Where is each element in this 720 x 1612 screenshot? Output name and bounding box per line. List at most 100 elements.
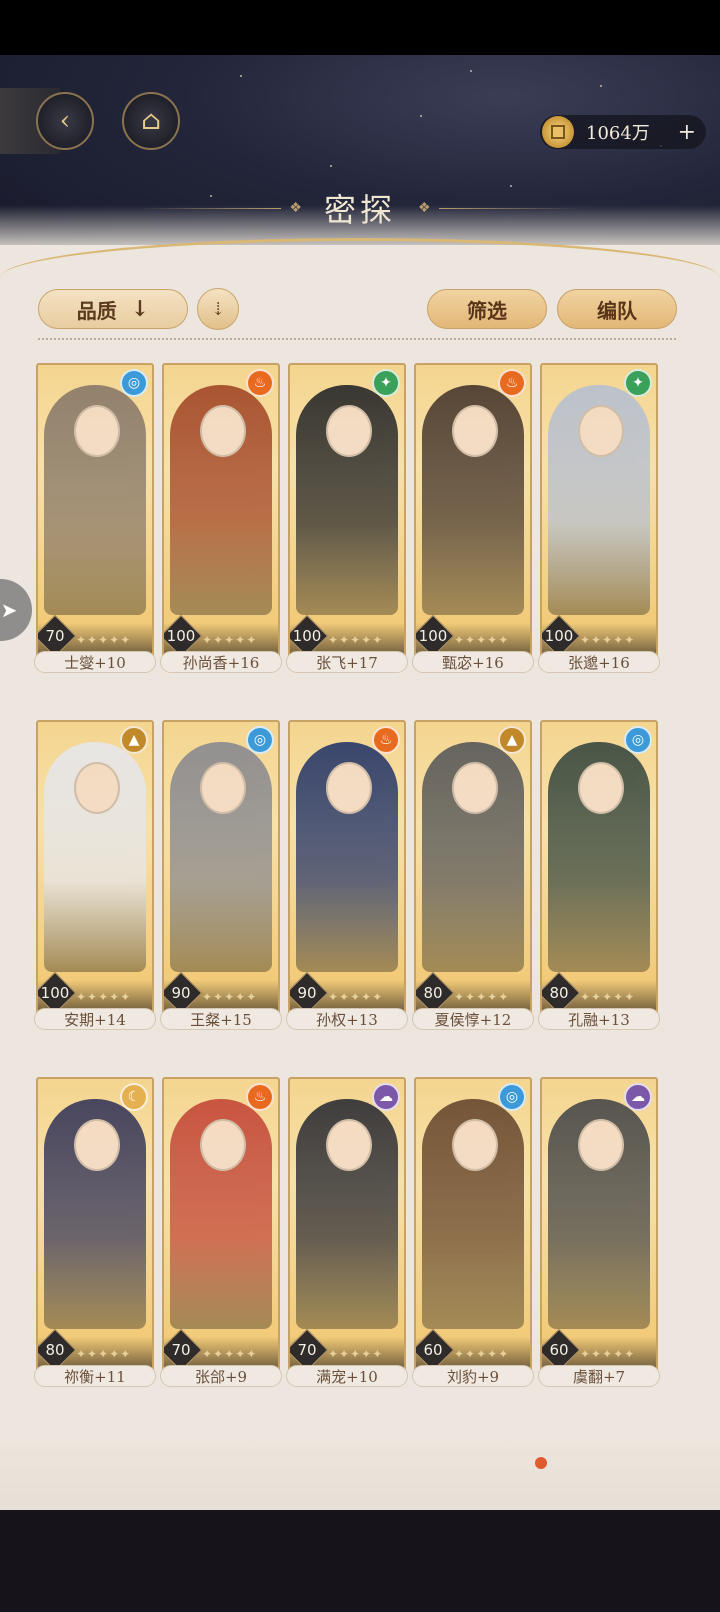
star-rating-icon: ✦✦✦✦✦ (76, 1347, 132, 1361)
team-button[interactable]: 编队 (557, 289, 677, 329)
character-name: 孔融+13 (538, 1008, 660, 1030)
character-portrait (548, 742, 650, 972)
star-rating-icon: ✦✦✦✦✦ (328, 1347, 384, 1361)
home-button[interactable]: ⌂ (122, 92, 180, 150)
level-value: 100 (418, 627, 448, 645)
character-name: 安期+14 (34, 1008, 156, 1030)
level-value: 90 (297, 984, 317, 1002)
character-portrait (170, 385, 272, 615)
character-name: 甄宓+16 (412, 651, 534, 673)
water-swirl-icon: ◎ (624, 726, 652, 754)
character-card[interactable]: ▲ 80 ✦✦✦✦✦ (414, 720, 532, 1016)
character-portrait (44, 742, 146, 972)
level-value: 60 (549, 1341, 569, 1359)
add-currency-button[interactable]: + (678, 120, 696, 145)
wind-icon: ✦ (624, 369, 652, 397)
character-name: 王粲+15 (160, 1008, 282, 1030)
character-card[interactable]: ☁ 70 ✦✦✦✦✦ (288, 1077, 406, 1373)
character-name: 祢衡+11 (34, 1365, 156, 1387)
crescent-moon-icon: ☾ (120, 1083, 148, 1111)
character-card[interactable]: ◎ 70 ✦✦✦✦✦ (36, 363, 154, 659)
character-card[interactable]: ☁ 60 ✦✦✦✦✦ (540, 1077, 658, 1373)
character-name: 士燮+10 (34, 651, 156, 673)
character-name: 夏侯惇+12 (412, 1008, 534, 1030)
level-value: 80 (45, 1341, 65, 1359)
star-rating-icon: ✦✦✦✦✦ (328, 633, 384, 647)
ornament-icon: ❖ (289, 200, 302, 216)
level-value: 60 (423, 1341, 443, 1359)
character-card[interactable]: ♨ 100 ✦✦✦✦✦ (414, 363, 532, 659)
star-rating-icon: ✦✦✦✦✦ (202, 1347, 258, 1361)
level-value: 100 (292, 627, 322, 645)
flame-icon: ♨ (246, 1083, 274, 1111)
character-name: 张郃+9 (160, 1365, 282, 1387)
character-portrait (170, 742, 272, 972)
character-portrait (44, 385, 146, 615)
game-screen: ‹ ⌂ 1064万 + ❖ 密探 ❖ 品质 ↓ ⇣ 筛选 编队 ◎ 70 ✦✦✦✦✦… (0, 0, 720, 1612)
star-rating-icon: ✦✦✦✦✦ (580, 633, 636, 647)
character-card[interactable]: ☾ 80 ✦✦✦✦✦ (36, 1077, 154, 1373)
character-portrait (548, 1099, 650, 1329)
character-card[interactable]: ◎ 80 ✦✦✦✦✦ (540, 720, 658, 1016)
coin-icon (542, 116, 574, 148)
notification-dot (535, 1457, 547, 1469)
pavilion-icon: ⌂ (141, 106, 161, 136)
level-value: 80 (423, 984, 443, 1002)
sort-order-toggle[interactable]: ⇣ (197, 288, 239, 330)
currency-amount: 1064万 (586, 123, 650, 144)
character-card[interactable]: ✦ 100 ✦✦✦✦✦ (540, 363, 658, 659)
toolbar-divider (38, 338, 676, 340)
sort-label: 品质 (76, 298, 117, 323)
level-value: 80 (549, 984, 569, 1002)
character-card[interactable]: ♨ 70 ✦✦✦✦✦ (162, 1077, 280, 1373)
character-card[interactable]: ♨ 90 ✦✦✦✦✦ (288, 720, 406, 1016)
character-portrait (548, 385, 650, 615)
character-card[interactable]: ♨ 100 ✦✦✦✦✦ (162, 363, 280, 659)
character-name: 满宠+10 (286, 1365, 408, 1387)
level-value: 90 (171, 984, 191, 1002)
character-card[interactable]: ✦ 100 ✦✦✦✦✦ (288, 363, 406, 659)
title-divider-left (141, 207, 282, 209)
sort-arrow-icon: ↓ (130, 296, 150, 322)
flame-icon: ♨ (372, 726, 400, 754)
level-value: 100 (40, 984, 70, 1002)
character-name: 张飞+17 (286, 651, 408, 673)
character-portrait (422, 742, 524, 972)
character-name: 张邈+16 (538, 651, 660, 673)
level-value: 100 (166, 627, 196, 645)
title-row: ❖ 密探 ❖ (0, 178, 720, 238)
star-rating-icon: ✦✦✦✦✦ (202, 633, 258, 647)
star-rating-icon: ✦✦✦✦✦ (76, 990, 132, 1004)
character-card[interactable]: ◎ 90 ✦✦✦✦✦ (162, 720, 280, 1016)
character-portrait (170, 1099, 272, 1329)
character-name: 刘豹+9 (412, 1365, 534, 1387)
star-rating-icon: ✦✦✦✦✦ (580, 990, 636, 1004)
level-value: 70 (297, 1341, 317, 1359)
filter-label: 筛选 (467, 298, 507, 323)
filter-button[interactable]: 筛选 (427, 289, 547, 329)
water-swirl-icon: ◎ (120, 369, 148, 397)
character-card[interactable]: ◎ 60 ✦✦✦✦✦ (414, 1077, 532, 1373)
system-nav-bar (0, 1510, 720, 1612)
flame-icon: ♨ (498, 369, 526, 397)
star-rating-icon: ✦✦✦✦✦ (76, 633, 132, 647)
water-swirl-icon: ◎ (498, 1083, 526, 1111)
back-button[interactable]: ‹ (36, 92, 94, 150)
star-rating-icon: ✦✦✦✦✦ (202, 990, 258, 1004)
level-value: 70 (171, 1341, 191, 1359)
star-rating-icon: ✦✦✦✦✦ (580, 1347, 636, 1361)
character-card[interactable]: ▲ 100 ✦✦✦✦✦ (36, 720, 154, 1016)
level-value: 70 (45, 627, 65, 645)
water-swirl-icon: ◎ (246, 726, 274, 754)
character-name: 虞翻+7 (538, 1365, 660, 1387)
page-title: 密探 (323, 191, 396, 229)
character-portrait (296, 385, 398, 615)
mountain-icon: ▲ (120, 726, 148, 754)
cloud-swirl-icon: ☁ (624, 1083, 652, 1111)
star-rating-icon: ✦✦✦✦✦ (328, 990, 384, 1004)
sort-quality-button[interactable]: 品质 ↓ (38, 289, 188, 329)
title-divider-right (438, 207, 579, 209)
character-portrait (44, 1099, 146, 1329)
character-portrait (296, 1099, 398, 1329)
paper-plane-icon: ➤ (0, 598, 18, 622)
